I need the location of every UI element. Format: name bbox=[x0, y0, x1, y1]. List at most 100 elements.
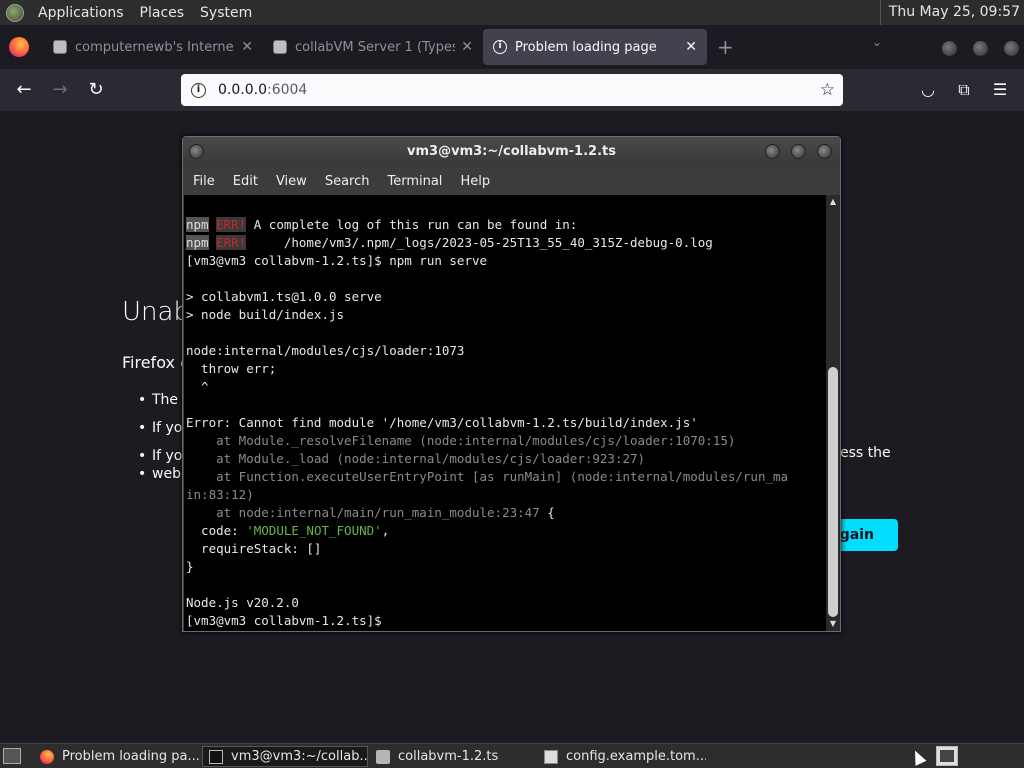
minimize-window-button[interactable] bbox=[942, 41, 957, 56]
back-arrow-icon[interactable]: ← bbox=[8, 74, 40, 106]
menu-search[interactable]: Search bbox=[325, 174, 370, 189]
close-icon[interactable]: ✕ bbox=[685, 39, 697, 55]
npm-tag: npm bbox=[186, 217, 209, 232]
tab-label: Problem loading page bbox=[515, 39, 657, 55]
chevron-down-icon[interactable]: ⌄ bbox=[872, 35, 882, 49]
terminal-line: > collabvm1.ts@1.0.0 serve bbox=[186, 289, 382, 304]
terminal-output[interactable]: npm ERR! A complete log of this run can … bbox=[184, 195, 826, 631]
firefox-icon bbox=[9, 37, 29, 57]
terminal-line: at Module._resolveFilename (node:interna… bbox=[186, 433, 736, 448]
browser-tab-strip: computernewb's Interne ✕ collabVM Server… bbox=[0, 25, 1024, 69]
menu-help[interactable]: Help bbox=[460, 174, 490, 189]
firefox-icon bbox=[40, 749, 54, 764]
tab-computernewb[interactable]: computernewb's Interne ✕ bbox=[43, 29, 263, 65]
terminal-line: in:83:12) bbox=[186, 487, 254, 502]
task-label: config.example.tom... bbox=[566, 749, 706, 764]
terminal-line: at node:internal/main/run_main_module:23… bbox=[186, 504, 826, 522]
menu-terminal[interactable]: Terminal bbox=[387, 174, 442, 189]
system-menu[interactable]: System bbox=[192, 0, 260, 25]
terminal-window[interactable]: vm3@vm3:~/collabvm-1.2.ts File Edit View… bbox=[182, 136, 841, 632]
hamburger-menu-icon[interactable]: ☰ bbox=[984, 74, 1016, 106]
terminal-line: } bbox=[186, 559, 194, 574]
terminal-line: node:internal/modules/cjs/loader:1073 bbox=[186, 343, 465, 358]
url-bar[interactable]: i 0.0.0.0:6004 ☆ bbox=[181, 74, 843, 106]
tab-label: collabVM Server 1 (Types bbox=[295, 39, 456, 55]
close-window-button[interactable] bbox=[817, 144, 832, 159]
terminal-line: code: 'MODULE_NOT_FOUND', bbox=[186, 522, 826, 540]
error-title: Unab bbox=[122, 297, 190, 327]
pocket-icon[interactable]: ◡ bbox=[912, 74, 944, 106]
close-window-button[interactable] bbox=[1004, 41, 1019, 56]
terminal-line-text: A complete log of this run can be found … bbox=[246, 217, 578, 232]
menu-file[interactable]: File bbox=[193, 174, 215, 189]
workspace-switcher[interactable] bbox=[936, 746, 958, 766]
task-text-editor[interactable]: config.example.tom... bbox=[538, 746, 706, 767]
top-panel: Applications Places System Thu May 25, 0… bbox=[0, 0, 1024, 25]
scrollbar-thumb[interactable] bbox=[828, 367, 838, 617]
terminal-line: requireStack: [] bbox=[186, 541, 322, 556]
menu-view[interactable]: View bbox=[276, 174, 307, 189]
terminal-line: Node.js v20.2.0 bbox=[186, 595, 299, 610]
err-tag: ERR! bbox=[216, 235, 247, 250]
terminal-scrollbar[interactable]: ▲ ▼ bbox=[826, 195, 840, 631]
maximize-window-button[interactable] bbox=[791, 144, 806, 159]
url-host: 0.0.0.0 bbox=[218, 82, 267, 98]
reload-icon[interactable]: ↻ bbox=[80, 74, 112, 106]
collabvm-favicon-icon bbox=[53, 40, 67, 54]
tab-collabvm-server[interactable]: collabVM Server 1 (Types ✕ bbox=[263, 29, 483, 65]
applications-menu[interactable]: Applications bbox=[30, 0, 132, 25]
terminal-line: npm ERR! A complete log of this run can … bbox=[186, 216, 826, 234]
new-tab-button[interactable]: + bbox=[717, 35, 734, 59]
minimize-window-button[interactable] bbox=[765, 144, 780, 159]
close-icon[interactable]: ✕ bbox=[241, 39, 253, 55]
task-label: collabvm-1.2.ts bbox=[398, 749, 499, 764]
mouse-cursor-icon bbox=[909, 748, 927, 766]
workspace-thumbnail bbox=[940, 750, 954, 762]
terminal-prompt: [vm3@vm3 collabvm-1.2.ts]$ bbox=[186, 613, 390, 628]
terminal-line: [vm3@vm3 collabvm-1.2.ts]$ npm run serve bbox=[186, 253, 488, 268]
terminal-line: > node build/index.js bbox=[186, 307, 345, 322]
site-info-icon[interactable]: i bbox=[191, 82, 206, 98]
terminal-line: npm ERR! /home/vm3/.npm/_logs/2023-05-25… bbox=[186, 234, 826, 252]
suggestion-tail-text: ess the bbox=[840, 445, 891, 461]
terminal-line-text: 'MODULE_NOT_FOUND' bbox=[246, 523, 382, 538]
url-port: :6004 bbox=[266, 82, 308, 98]
error-subtitle: Firefox c bbox=[122, 353, 189, 372]
task-terminal[interactable]: vm3@vm3:~/collab... bbox=[202, 746, 368, 767]
task-label: Problem loading pa... bbox=[62, 749, 200, 764]
terminal-line-text: { bbox=[539, 505, 555, 520]
collabvm-favicon-icon bbox=[273, 40, 287, 54]
distro-logo-icon[interactable] bbox=[6, 3, 24, 22]
places-menu[interactable]: Places bbox=[132, 0, 193, 25]
folder-icon bbox=[376, 749, 390, 764]
task-file-manager[interactable]: collabvm-1.2.ts bbox=[370, 746, 536, 767]
tab-problem-loading[interactable]: i Problem loading page ✕ bbox=[483, 29, 707, 65]
err-tag: ERR! bbox=[216, 217, 247, 232]
close-icon[interactable]: ✕ bbox=[461, 39, 473, 55]
terminal-title[interactable]: vm3@vm3:~/collabvm-1.2.ts bbox=[183, 137, 840, 167]
terminal-line-text: /home/vm3/.npm/_logs/2023-05-25T13_55_40… bbox=[246, 235, 713, 250]
show-desktop-icon[interactable] bbox=[3, 748, 21, 764]
browser-navbar: ← → ↻ i 0.0.0.0:6004 ☆ ◡ ⧉ ☰ bbox=[0, 69, 1024, 111]
scroll-down-arrow-icon[interactable]: ▼ bbox=[826, 617, 840, 631]
forward-arrow-icon[interactable]: → bbox=[44, 74, 76, 106]
tab-label: computernewb's Interne bbox=[75, 39, 234, 55]
task-firefox[interactable]: Problem loading pa... bbox=[34, 746, 202, 767]
bookmark-star-icon[interactable]: ☆ bbox=[820, 80, 835, 100]
panel-clock[interactable]: Thu May 25, 09:57 bbox=[879, 0, 1020, 25]
terminal-icon bbox=[209, 749, 223, 764]
scroll-up-arrow-icon[interactable]: ▲ bbox=[826, 195, 840, 209]
terminal-line-text: , bbox=[381, 523, 390, 538]
terminal-line-text: code: bbox=[186, 523, 247, 538]
menu-edit[interactable]: Edit bbox=[233, 174, 258, 189]
terminal-line: at Module._load (node:internal/modules/c… bbox=[186, 451, 646, 466]
window-menu-button[interactable] bbox=[189, 144, 204, 159]
extensions-icon[interactable]: ⧉ bbox=[948, 74, 980, 106]
maximize-window-button[interactable] bbox=[973, 41, 988, 56]
desktop: Applications Places System Thu May 25, 0… bbox=[0, 0, 1024, 768]
terminal-line: at Function.executeUserEntryPoint [as ru… bbox=[186, 469, 789, 484]
